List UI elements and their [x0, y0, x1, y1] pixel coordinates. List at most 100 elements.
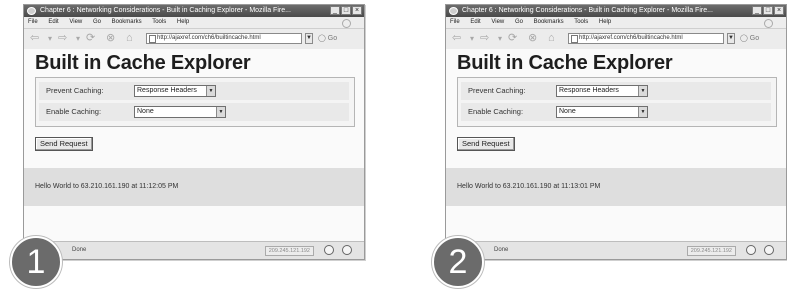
menu-edit[interactable]: Edit — [48, 19, 58, 25]
stop-icon[interactable]: ⊗ — [106, 32, 115, 45]
home-icon[interactable]: ⌂ — [548, 32, 555, 45]
enable-caching-value: None — [559, 108, 576, 115]
home-icon[interactable]: ⌂ — [126, 32, 133, 45]
status-indicator-icon — [324, 245, 334, 255]
maximize-button[interactable]: □ — [763, 6, 773, 15]
url-input[interactable]: http://ajaxref.com/ch6/builtincache.html — [146, 33, 302, 44]
status-bar: Done 209.245.121.192 — [446, 241, 786, 259]
firefox-icon — [449, 7, 458, 15]
send-request-button[interactable]: Send Request — [35, 137, 93, 151]
menu-help[interactable]: Help — [599, 19, 611, 25]
step-number-badge: 1 — [10, 236, 62, 288]
navigation-toolbar: ⇦ ▾ ⇨ ▾ ⟳ ⊗ ⌂ http://ajaxref.com/ch6/bui… — [446, 29, 786, 50]
status-ip: 209.245.121.192 — [686, 246, 736, 256]
page-icon — [571, 35, 578, 43]
window-titlebar: Chapter 6 : Networking Considerations - … — [446, 5, 786, 17]
reload-icon[interactable]: ⟳ — [86, 32, 95, 45]
status-ip: 209.245.121.192 — [264, 246, 314, 256]
enable-caching-label: Enable Caching: — [46, 107, 102, 116]
window-title: Chapter 6 : Networking Considerations - … — [462, 7, 713, 14]
menu-bookmarks[interactable]: Bookmarks — [534, 19, 564, 25]
menu-go[interactable]: Go — [93, 19, 101, 25]
menu-bookmarks[interactable]: Bookmarks — [112, 19, 142, 25]
screenshot-panel-2: Chapter 6 : Networking Considerations - … — [432, 0, 787, 292]
status-text: Done — [72, 247, 87, 253]
back-arrow-icon[interactable]: ⇦ — [452, 32, 461, 45]
go-icon[interactable]: ◯ Go — [740, 32, 759, 45]
enable-caching-select[interactable]: None ▼ — [134, 106, 226, 118]
page-content: Built in Cache Explorer Prevent Caching:… — [24, 49, 364, 242]
prevent-caching-select[interactable]: Response Headers ▼ — [556, 85, 648, 97]
enable-caching-select[interactable]: None ▼ — [556, 106, 648, 118]
firefox-icon — [27, 7, 36, 15]
url-text: http://ajaxref.com/ch6/builtincache.html — [157, 35, 261, 41]
menu-view[interactable]: View — [491, 19, 504, 25]
minimize-button[interactable]: _ — [752, 6, 762, 15]
status-extension-icon — [342, 245, 352, 255]
status-bar: Done 209.245.121.192 — [24, 241, 364, 259]
prevent-caching-label: Prevent Caching: — [46, 86, 104, 95]
page-icon — [149, 35, 156, 43]
go-icon[interactable]: ◯ Go — [318, 32, 337, 45]
back-arrow-icon[interactable]: ⇦ — [30, 32, 39, 45]
menu-file[interactable]: File — [28, 19, 38, 25]
cache-form: Prevent Caching: Response Headers ▼ Enab… — [457, 77, 777, 127]
window-title: Chapter 6 : Networking Considerations - … — [40, 7, 291, 14]
url-text: http://ajaxref.com/ch6/builtincache.html — [579, 35, 683, 41]
prevent-caching-select[interactable]: Response Headers ▼ — [134, 85, 216, 97]
enable-caching-row: Enable Caching: None ▼ — [461, 103, 771, 121]
chevron-down-icon: ▼ — [638, 86, 647, 96]
step-number-badge: 2 — [432, 236, 484, 288]
maximize-button[interactable]: □ — [341, 6, 351, 15]
menu-go[interactable]: Go — [515, 19, 523, 25]
throbber-icon — [342, 19, 351, 28]
enable-caching-value: None — [137, 108, 154, 115]
menu-bar: File Edit View Go Bookmarks Tools Help — [446, 17, 786, 29]
screenshot-panel-1: Chapter 6 : Networking Considerations - … — [10, 0, 365, 292]
menu-view[interactable]: View — [69, 19, 82, 25]
page-title: Built in Cache Explorer — [457, 52, 673, 74]
prevent-caching-value: Response Headers — [559, 87, 619, 94]
cache-form: Prevent Caching: Response Headers ▼ Enab… — [35, 77, 355, 127]
menu-help[interactable]: Help — [177, 19, 189, 25]
stop-icon[interactable]: ⊗ — [528, 32, 537, 45]
page-content: Built in Cache Explorer Prevent Caching:… — [446, 49, 786, 242]
minimize-button[interactable]: _ — [330, 6, 340, 15]
status-indicator-icon — [746, 245, 756, 255]
prevent-caching-label: Prevent Caching: — [468, 86, 526, 95]
enable-caching-label: Enable Caching: — [468, 107, 524, 116]
close-button[interactable]: × — [774, 6, 784, 15]
menu-bar: File Edit View Go Bookmarks Tools Help — [24, 17, 364, 29]
menu-file[interactable]: File — [450, 19, 460, 25]
result-area: Hello World to 63.210.161.190 at 11:13:0… — [446, 168, 786, 206]
menu-tools[interactable]: Tools — [152, 19, 166, 25]
prevent-caching-row: Prevent Caching: Response Headers ▼ — [461, 82, 771, 100]
prevent-caching-row: Prevent Caching: Response Headers ▼ — [39, 82, 349, 100]
throbber-icon — [764, 19, 773, 28]
close-button[interactable]: × — [352, 6, 362, 15]
result-text: Hello World to 63.210.161.190 at 11:13:0… — [457, 183, 601, 190]
menu-tools[interactable]: Tools — [574, 19, 588, 25]
chevron-down-icon: ▼ — [206, 86, 215, 96]
url-dropdown-button[interactable]: ▼ — [727, 33, 735, 44]
chevron-down-icon: ▼ — [216, 107, 225, 117]
menu-edit[interactable]: Edit — [470, 19, 480, 25]
browser-window: Chapter 6 : Networking Considerations - … — [445, 4, 787, 260]
chevron-down-icon: ▼ — [638, 107, 647, 117]
window-titlebar: Chapter 6 : Networking Considerations - … — [24, 5, 364, 17]
browser-window: Chapter 6 : Networking Considerations - … — [23, 4, 365, 260]
prevent-caching-value: Response Headers — [137, 87, 197, 94]
forward-arrow-icon[interactable]: ⇨ — [58, 32, 67, 45]
result-text: Hello World to 63.210.161.190 at 11:12:0… — [35, 183, 179, 190]
enable-caching-row: Enable Caching: None ▼ — [39, 103, 349, 121]
url-input[interactable]: http://ajaxref.com/ch6/builtincache.html — [568, 33, 724, 44]
url-dropdown-button[interactable]: ▼ — [305, 33, 313, 44]
forward-arrow-icon[interactable]: ⇨ — [480, 32, 489, 45]
result-area: Hello World to 63.210.161.190 at 11:12:0… — [24, 168, 364, 206]
navigation-toolbar: ⇦ ▾ ⇨ ▾ ⟳ ⊗ ⌂ http://ajaxref.com/ch6/bui… — [24, 29, 364, 50]
status-extension-icon — [764, 245, 774, 255]
reload-icon[interactable]: ⟳ — [508, 32, 517, 45]
status-text: Done — [494, 247, 509, 253]
send-request-button[interactable]: Send Request — [457, 137, 515, 151]
page-title: Built in Cache Explorer — [35, 52, 251, 74]
